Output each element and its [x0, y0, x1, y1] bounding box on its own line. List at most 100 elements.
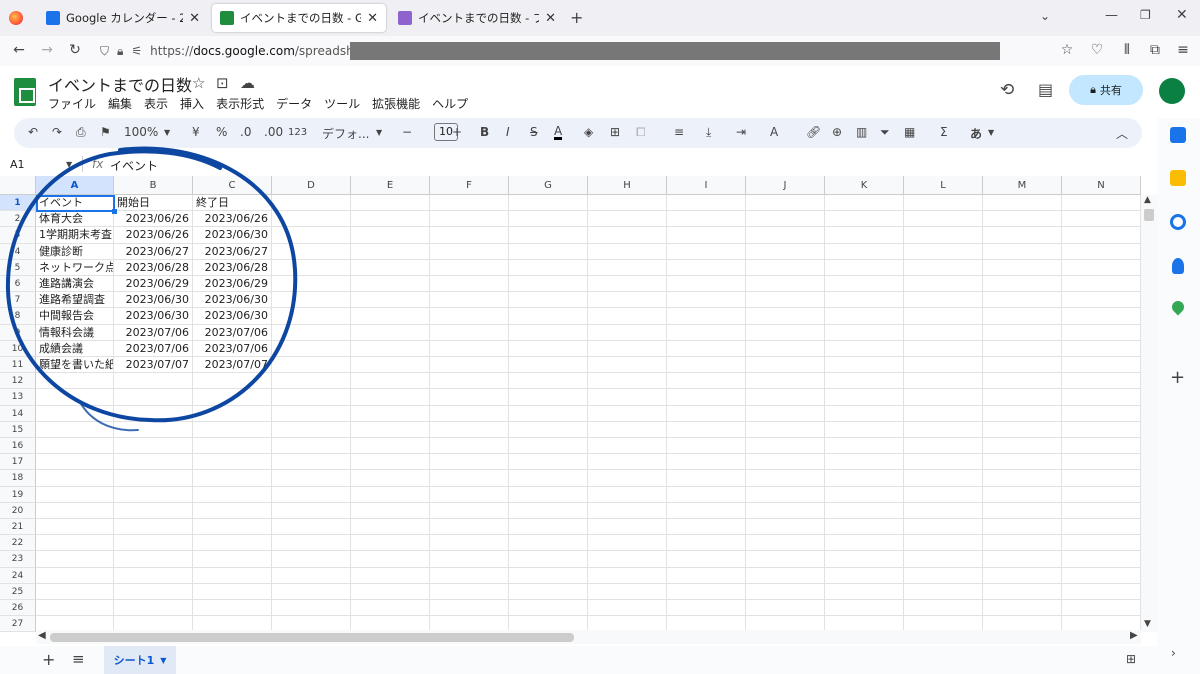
column-header-l[interactable]: L — [904, 176, 983, 195]
cell-c19[interactable] — [193, 486, 272, 503]
cell-b26[interactable] — [114, 600, 193, 617]
forward-icon[interactable]: → — [38, 42, 56, 58]
cell-h1[interactable] — [588, 195, 667, 212]
redo-icon[interactable]: ↷ — [52, 125, 62, 139]
explore-icon[interactable]: ⊞ — [1126, 652, 1136, 666]
cell-f6[interactable] — [430, 276, 509, 293]
undo-icon[interactable]: ↶ — [28, 125, 38, 139]
cell-j22[interactable] — [746, 535, 825, 552]
cell-i16[interactable] — [667, 438, 746, 455]
strikethrough-button[interactable]: S — [530, 125, 538, 139]
maps-icon[interactable] — [1169, 298, 1187, 316]
cell-h17[interactable] — [588, 454, 667, 471]
move-folder-icon[interactable]: ⊡ — [216, 74, 229, 92]
cell-g18[interactable] — [509, 470, 588, 487]
cell-f13[interactable] — [430, 389, 509, 406]
cell-n25[interactable] — [1062, 583, 1141, 600]
cell-d17[interactable] — [272, 454, 351, 471]
cell-m15[interactable] — [983, 421, 1062, 438]
row-header[interactable]: 22 — [0, 535, 36, 552]
cell-i2[interactable] — [667, 211, 746, 228]
cell-j9[interactable] — [746, 324, 825, 341]
comments-icon[interactable]: ▤ — [1038, 80, 1053, 99]
cloud-status-icon[interactable]: ☁ — [240, 74, 255, 92]
cell-k14[interactable] — [825, 405, 904, 422]
cell-f14[interactable] — [430, 405, 509, 422]
vertical-scrollbar[interactable]: ▲ ▼ — [1141, 195, 1157, 632]
cell-n4[interactable] — [1062, 243, 1141, 260]
cell-n3[interactable] — [1062, 227, 1141, 244]
cell-n21[interactable] — [1062, 519, 1141, 536]
cell-m17[interactable] — [983, 454, 1062, 471]
cell-d16[interactable] — [272, 438, 351, 455]
restore-icon[interactable]: ❐ — [1140, 8, 1151, 22]
cell-e18[interactable] — [351, 470, 430, 487]
cell-m11[interactable] — [983, 357, 1062, 374]
cell-h21[interactable] — [588, 519, 667, 536]
cell-h6[interactable] — [588, 276, 667, 293]
cell-e7[interactable] — [351, 292, 430, 309]
cell-m20[interactable] — [983, 502, 1062, 519]
cell-h2[interactable] — [588, 211, 667, 228]
cell-k25[interactable] — [825, 583, 904, 600]
cell-m12[interactable] — [983, 373, 1062, 390]
horizontal-scrollbar[interactable]: ◀ ▶ — [36, 630, 1141, 644]
cell-l2[interactable] — [904, 211, 983, 228]
cell-n20[interactable] — [1062, 502, 1141, 519]
cell-a22[interactable] — [36, 535, 114, 552]
cell-m22[interactable] — [983, 535, 1062, 552]
merge-cells-icon[interactable]: ⧠ — [636, 125, 646, 140]
currency-button[interactable]: ¥ — [192, 125, 200, 139]
cell-b22[interactable] — [114, 535, 193, 552]
cell-b25[interactable] — [114, 583, 193, 600]
cell-b20[interactable] — [114, 502, 193, 519]
cell-n7[interactable] — [1062, 292, 1141, 309]
cell-f19[interactable] — [430, 486, 509, 503]
back-icon[interactable]: ← — [10, 42, 28, 58]
cell-d21[interactable] — [272, 519, 351, 536]
cell-i14[interactable] — [667, 405, 746, 422]
cell-e24[interactable] — [351, 567, 430, 584]
close-window-icon[interactable]: ✕ — [1176, 7, 1188, 23]
row-header[interactable]: 27 — [0, 616, 36, 632]
cell-i12[interactable] — [667, 373, 746, 390]
cell-m9[interactable] — [983, 324, 1062, 341]
cell-f7[interactable] — [430, 292, 509, 309]
cell-g3[interactable] — [509, 227, 588, 244]
cell-i5[interactable] — [667, 259, 746, 276]
tab-list-icon[interactable]: ⌄ — [1040, 9, 1050, 23]
share-button[interactable]: 🔒︎ 共有 — [1069, 75, 1143, 105]
font-select[interactable]: デフォ... — [322, 125, 369, 142]
cell-k3[interactable] — [825, 227, 904, 244]
cell-d18[interactable] — [272, 470, 351, 487]
cell-e9[interactable] — [351, 324, 430, 341]
cell-g9[interactable] — [509, 324, 588, 341]
cell-m19[interactable] — [983, 486, 1062, 503]
cell-e22[interactable] — [351, 535, 430, 552]
cell-e19[interactable] — [351, 486, 430, 503]
cell-d19[interactable] — [272, 486, 351, 503]
cell-n6[interactable] — [1062, 276, 1141, 293]
menu-view[interactable]: 表示 — [144, 95, 168, 112]
cell-f1[interactable] — [430, 195, 509, 212]
cell-k7[interactable] — [825, 292, 904, 309]
cell-m25[interactable] — [983, 583, 1062, 600]
cell-j15[interactable] — [746, 421, 825, 438]
cell-c23[interactable] — [193, 551, 272, 568]
cell-n9[interactable] — [1062, 324, 1141, 341]
close-tab-icon[interactable]: ✕ — [367, 11, 378, 26]
cell-j19[interactable] — [746, 486, 825, 503]
cell-e23[interactable] — [351, 551, 430, 568]
close-tab-icon[interactable]: ✕ — [545, 11, 556, 26]
cell-n22[interactable] — [1062, 535, 1141, 552]
cell-e11[interactable] — [351, 357, 430, 374]
menu-extensions[interactable]: 拡張機能 — [372, 95, 420, 112]
cell-f11[interactable] — [430, 357, 509, 374]
cell-j24[interactable] — [746, 567, 825, 584]
close-tab-icon[interactable]: ✕ — [189, 11, 200, 26]
cell-i23[interactable] — [667, 551, 746, 568]
cell-e25[interactable] — [351, 583, 430, 600]
filter-views-icon[interactable]: ▦ — [904, 125, 915, 139]
cell-b24[interactable] — [114, 567, 193, 584]
menu-tools[interactable]: ツール — [324, 95, 360, 112]
